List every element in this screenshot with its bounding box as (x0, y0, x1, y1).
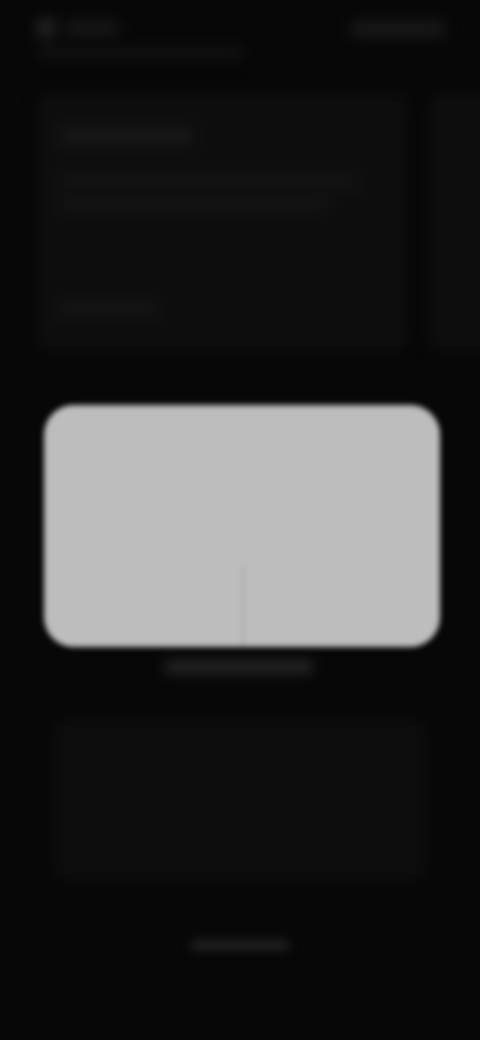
cancel-button[interactable] (104, 587, 224, 617)
footer-link[interactable] (120, 748, 360, 768)
home-indicator[interactable] (190, 940, 290, 950)
app-screen (0, 0, 480, 1040)
dialog-button-divider (242, 565, 244, 647)
dialog-shadow (164, 660, 314, 674)
dialog (44, 405, 440, 647)
confirm-button[interactable] (270, 587, 406, 617)
dialog-surface (44, 405, 440, 647)
